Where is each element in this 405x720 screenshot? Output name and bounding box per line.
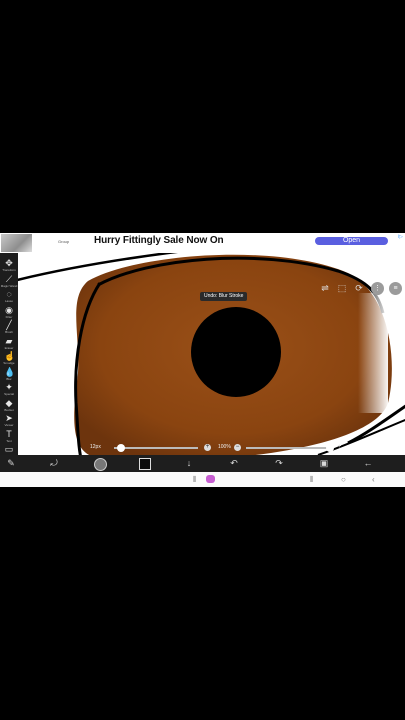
tool-label: Text [6, 438, 12, 443]
tool-select[interactable]: ➤ Viewer [0, 412, 18, 429]
tool-label: Special [4, 392, 14, 396]
tool-smudge[interactable]: ☝ Smudge [0, 350, 18, 367]
blur-icon: 💧 [4, 366, 16, 377]
ad-open-button[interactable]: Open [315, 237, 388, 245]
opacity-minus-button[interactable]: − [234, 444, 241, 451]
back-arrow-icon[interactable]: ← [362, 458, 374, 469]
brush-preview[interactable] [94, 458, 107, 471]
tool-transform[interactable]: ✥ Transform [0, 257, 18, 274]
tool-magic-wand[interactable]: ⟋ Magic Wand [0, 273, 18, 290]
filter-icon: ◉ [5, 304, 13, 315]
tool-filter[interactable]: ◉ Filter [0, 304, 18, 321]
move-icon: ✥ [5, 258, 13, 268]
cursor-icon: ➤ [5, 413, 13, 423]
recent-apps-icon-right[interactable]: ⦀ [310, 474, 314, 485]
lasso-icon: ◌ [6, 289, 12, 299]
system-nav-bar: ⦀ ⦀ ○ ‹ [0, 472, 405, 487]
app-screen: Group Hurry Fittingly Sale Now On Open i… [0, 233, 405, 487]
pen-icon[interactable]: ✎ [5, 458, 17, 469]
ad-banner[interactable]: Group Hurry Fittingly Sale Now On Open i… [0, 233, 405, 254]
tool-blur[interactable]: 💧 Blur [0, 366, 18, 383]
tool-special[interactable]: ✦ Special [0, 381, 18, 398]
rotate-icon[interactable]: ⟳ [354, 283, 364, 293]
layers-icon[interactable]: ▣ [318, 458, 330, 469]
blur-fade [358, 293, 388, 413]
bottom-toolbar: ✎ ⤾ ↓ ↶ ↷ ▣ ← [0, 455, 405, 472]
recent-apps-icon[interactable]: ⦀ [193, 474, 197, 485]
tool-bucket[interactable]: ◆ Bucket [0, 397, 18, 414]
eraser-icon: ▰ [5, 335, 13, 346]
tool-label: Eraser [4, 345, 14, 350]
tool-brush[interactable]: ╱ Brush [0, 319, 18, 336]
size-slider-knob[interactable] [116, 444, 125, 452]
tool-eraser[interactable]: ▰ Eraser [0, 335, 18, 352]
tool-sidebar: ✥ Transform ⟋ Magic Wand ◌ Lasso ◉ Filter ╱ Brush… [0, 253, 18, 487]
tool-label: Blur [6, 376, 12, 381]
drawing-canvas[interactable]: Undo: Blur Stroke ⇌ ⬚ ⟳ ⋮ ≡ [18, 253, 405, 455]
home-icon[interactable] [206, 475, 215, 483]
ad-title[interactable]: Hurry Fittingly Sale Now On [94, 235, 224, 246]
magic-wand-icon: ⟋ [5, 273, 13, 284]
undo-toast: Undo: Blur Stroke [200, 292, 248, 301]
tool-text[interactable]: T Text [0, 428, 18, 445]
opacity-slider-track[interactable] [246, 447, 330, 449]
pupil [191, 307, 281, 397]
more-options-icon[interactable]: ⋮ [371, 282, 384, 295]
size-plus-button[interactable]: + [204, 444, 211, 451]
selection-icon[interactable]: ⬚ [337, 283, 347, 293]
menu-icon[interactable]: ≡ [389, 282, 402, 295]
home-circle-icon[interactable]: ○ [341, 474, 346, 485]
opacity-plus-button[interactable]: + [336, 444, 343, 451]
ad-info-icon[interactable]: i▷ [398, 234, 403, 240]
smudge-icon: ☝ [4, 351, 16, 361]
tool-label: Filter [5, 314, 13, 319]
tool-label: Smudge [3, 361, 15, 365]
back-icon[interactable]: ‹ [372, 474, 375, 485]
opacity-label: 100% [218, 444, 231, 450]
tool-label: Brush [5, 330, 13, 334]
redo-icon[interactable]: ↷ [273, 458, 285, 469]
save-down-icon[interactable]: ↓ [183, 458, 195, 469]
sparkle-icon: ✦ [5, 382, 13, 392]
tool-label: Viewer [4, 423, 14, 427]
color-swatch[interactable] [139, 458, 151, 470]
ad-thumbnail[interactable] [1, 234, 32, 252]
size-label: 12px [90, 444, 101, 450]
tool-label: Bucket [4, 407, 14, 412]
layers-toggle-icon[interactable]: ⇌ [320, 283, 330, 293]
ad-brand: Group [58, 239, 70, 244]
undo-icon[interactable]: ↶ [228, 458, 240, 469]
modify-icon[interactable]: ⤾ [48, 458, 60, 469]
tool-lasso[interactable]: ◌ Lasso [0, 288, 18, 305]
opacity-slider-knob[interactable] [326, 444, 334, 452]
brush-icon: ╱ [6, 320, 12, 330]
tool-label: Lasso [4, 299, 13, 303]
tool-label: Transform [2, 268, 16, 272]
frame-icon: ▭ [4, 444, 14, 454]
brush-sliders: 12px + 100% − + [18, 441, 405, 455]
text-icon: T [6, 428, 12, 439]
size-slider-track[interactable] [114, 447, 198, 449]
bucket-icon: ◆ [5, 397, 13, 408]
tool-label: Magic Wand [0, 283, 18, 288]
